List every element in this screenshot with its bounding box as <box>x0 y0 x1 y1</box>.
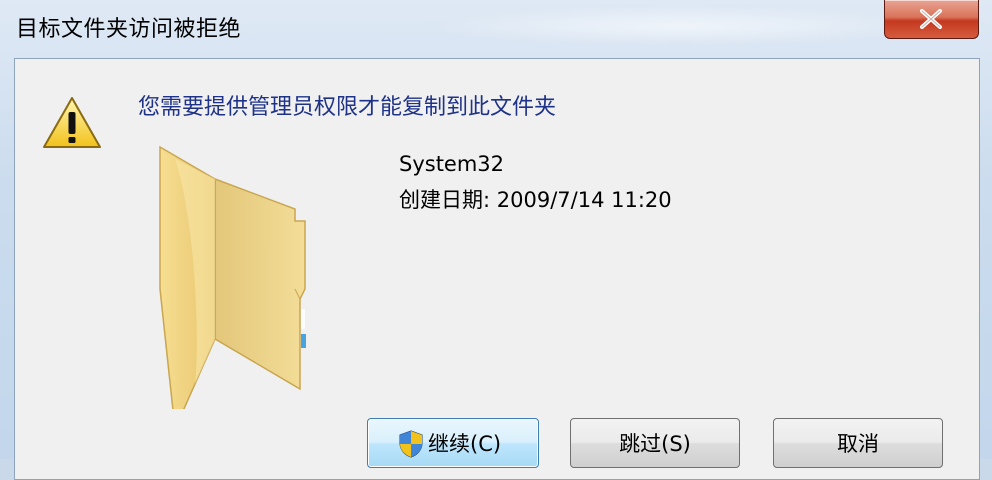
continue-button[interactable]: 继续(C) <box>367 418 539 468</box>
item-name: System32 <box>399 152 505 176</box>
cancel-button[interactable]: 取消 <box>773 418 943 468</box>
continue-button-label: 继续(C) <box>428 432 502 456</box>
warning-icon <box>43 97 101 148</box>
close-button[interactable] <box>884 0 979 39</box>
dialog-window: 目标文件夹访问被拒绝 您需要提供管理员权限才能复制到此文件夹 System32 … <box>0 0 992 480</box>
close-icon <box>920 9 942 29</box>
skip-button[interactable]: 跳过(S) <box>570 418 740 468</box>
window-title: 目标文件夹访问被拒绝 <box>16 17 242 42</box>
dialog-body: 您需要提供管理员权限才能复制到此文件夹 System32 创建日期: 2009/… <box>14 58 980 480</box>
dialog-message: 您需要提供管理员权限才能复制到此文件夹 <box>138 95 557 120</box>
item-created-date: 创建日期: 2009/7/14 11:20 <box>399 188 672 212</box>
folder-icon <box>159 145 306 409</box>
uac-shield-icon <box>399 430 423 458</box>
